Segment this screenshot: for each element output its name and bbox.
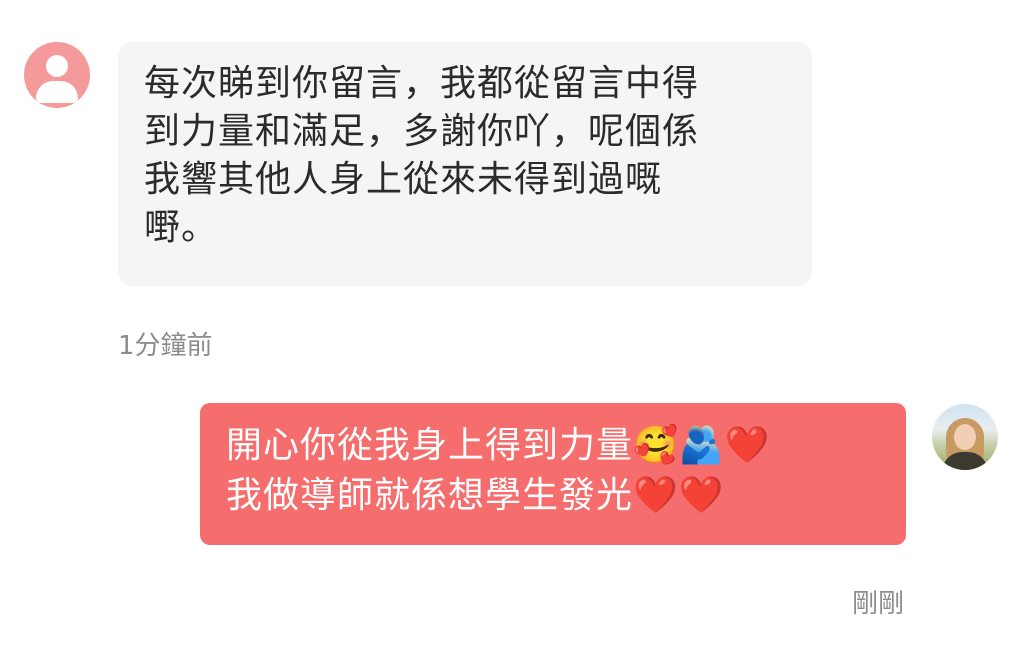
outgoing-message-text: 開心你從我身上得到力量🥰🫂❤️ 我做導師就係想學生發光❤️❤️: [226, 425, 771, 516]
incoming-message-bubble[interactable]: 每次睇到你留言，我都從留言中得 到力量和滿足，多謝你吖，呢個係 我響其他人身上從…: [118, 42, 812, 286]
avatar-body-shape: [36, 81, 78, 103]
user-avatar[interactable]: [932, 404, 998, 470]
incoming-message-timestamp: 1分鐘前: [118, 331, 213, 361]
avatar-head-shape: [46, 55, 68, 77]
sender-avatar-icon[interactable]: [24, 42, 90, 108]
outgoing-message-timestamp: 剛剛: [851, 589, 904, 619]
incoming-message-text: 每次睇到你留言，我都從留言中得 到力量和滿足，多謝你吖，呢個係 我響其他人身上從…: [144, 63, 700, 248]
outgoing-message-bubble[interactable]: 開心你從我身上得到力量🥰🫂❤️ 我做導師就係想學生發光❤️❤️: [200, 403, 906, 545]
chat-thread: 每次睇到你留言，我都從留言中得 到力量和滿足，多謝你吖，呢個係 我響其他人身上從…: [0, 0, 1024, 646]
avatar-face-shape: [954, 424, 976, 450]
